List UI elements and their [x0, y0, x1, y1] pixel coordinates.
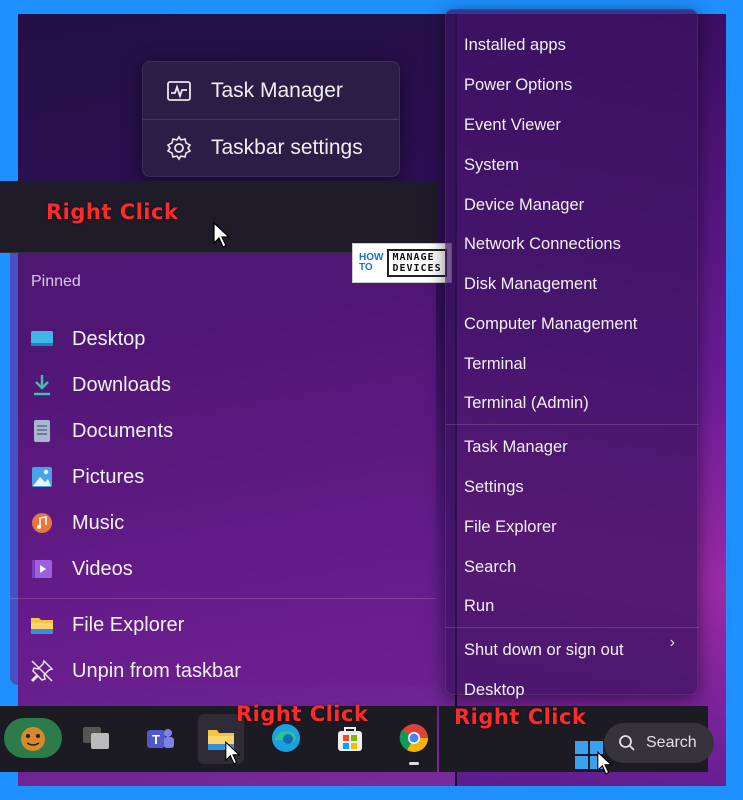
widgets-icon[interactable]: [4, 718, 62, 758]
winx-item-file-explorer[interactable]: File Explorer: [464, 518, 557, 537]
file-explorer-icon: [30, 613, 54, 637]
pinned-header: Pinned: [31, 273, 81, 290]
jump-item-desktop[interactable]: Desktop: [30, 327, 145, 351]
pictures-icon: [30, 465, 54, 489]
taskbar-context-menu: Task Manager Taskbar settings: [142, 61, 400, 177]
winx-item-settings[interactable]: Settings: [464, 478, 524, 497]
menu-item-taskbar-settings[interactable]: Taskbar settings: [143, 119, 399, 176]
taskbar-search-box[interactable]: Search: [604, 723, 714, 763]
jump-list: Pinned Desktop Downloads Documents Pictu…: [10, 253, 436, 685]
jump-item-downloads[interactable]: Downloads: [30, 373, 171, 397]
teams-icon[interactable]: T: [140, 718, 180, 758]
jump-item-label: Pictures: [72, 465, 145, 488]
winx-item-computer-management[interactable]: Computer Management: [464, 315, 637, 334]
document-icon: [30, 419, 54, 443]
search-label: Search: [646, 734, 697, 751]
search-icon: [619, 735, 635, 751]
jump-item-documents[interactable]: Documents: [30, 419, 173, 443]
winx-item-installed-apps[interactable]: Installed apps: [464, 36, 566, 55]
winx-item-disk-management[interactable]: Disk Management: [464, 275, 597, 294]
mouse-cursor-icon: [213, 221, 231, 248]
winx-item-run[interactable]: Run: [464, 597, 494, 616]
gear-icon: [165, 134, 193, 162]
winx-divider: [446, 627, 699, 628]
jump-item-label: Desktop: [72, 327, 146, 350]
winx-item-system[interactable]: System: [464, 156, 519, 175]
winx-item-power-options[interactable]: Power Options: [464, 76, 572, 95]
menu-item-label: Taskbar settings: [211, 136, 363, 159]
logo-text-manage: MANAGE: [392, 252, 435, 263]
jump-item-label: Music: [72, 511, 125, 534]
jump-item-videos[interactable]: Videos: [30, 557, 133, 581]
taskbar-left: T: [0, 706, 437, 772]
winx-item-search[interactable]: Search: [464, 558, 516, 577]
logo-text-devices: DEVICES: [392, 263, 442, 274]
jump-item-pictures[interactable]: Pictures: [30, 465, 144, 489]
right-click-annotation: Right Click: [46, 200, 179, 224]
running-indicator: [409, 762, 419, 765]
jump-item-music[interactable]: Music: [30, 511, 124, 535]
winx-item-event-viewer[interactable]: Event Viewer: [464, 116, 561, 135]
winx-divider: [446, 424, 699, 425]
winx-item-terminal[interactable]: Terminal: [464, 355, 526, 374]
video-icon: [30, 557, 54, 581]
jump-item-label: Unpin from taskbar: [72, 659, 241, 682]
right-click-annotation: Right Click: [236, 702, 369, 726]
download-icon: [30, 373, 54, 397]
winx-item-network-connections[interactable]: Network Connections: [464, 235, 621, 254]
unpin-icon: [30, 659, 54, 683]
logo-text-to: TO: [359, 262, 373, 273]
howto-manage-devices-logo: HOW TO MANAGE DEVICES: [352, 243, 452, 283]
task-manager-icon: [165, 77, 193, 105]
winx-item-shutdown[interactable]: Shut down or sign out: [464, 641, 624, 660]
menu-item-task-manager[interactable]: Task Manager: [143, 62, 399, 119]
jump-item-file-explorer[interactable]: File Explorer: [30, 613, 184, 637]
jump-item-unpin[interactable]: Unpin from taskbar: [30, 659, 241, 683]
winx-item-task-manager[interactable]: Task Manager: [464, 438, 568, 457]
jump-list-divider: [10, 598, 436, 599]
winx-menu: Installed apps Power Options Event Viewe…: [445, 9, 699, 699]
right-click-annotation: Right Click: [454, 705, 587, 729]
desktop-folder-icon: [30, 327, 54, 351]
winx-item-desktop[interactable]: Desktop: [464, 681, 525, 700]
jump-item-label: Downloads: [72, 373, 171, 396]
winx-item-device-manager[interactable]: Device Manager: [464, 196, 584, 215]
music-icon: [30, 511, 54, 535]
task-view-icon[interactable]: [76, 718, 116, 758]
svg-text:T: T: [152, 732, 160, 747]
jump-item-label: File Explorer: [72, 613, 185, 636]
menu-item-label: Task Manager: [211, 78, 343, 102]
winx-item-terminal-admin[interactable]: Terminal (Admin): [464, 394, 589, 413]
jump-item-label: Documents: [72, 419, 174, 442]
mouse-cursor-icon: [225, 740, 241, 765]
chrome-icon[interactable]: [394, 718, 434, 758]
jump-item-label: Videos: [72, 557, 133, 580]
chevron-right-icon: ›: [669, 634, 675, 651]
